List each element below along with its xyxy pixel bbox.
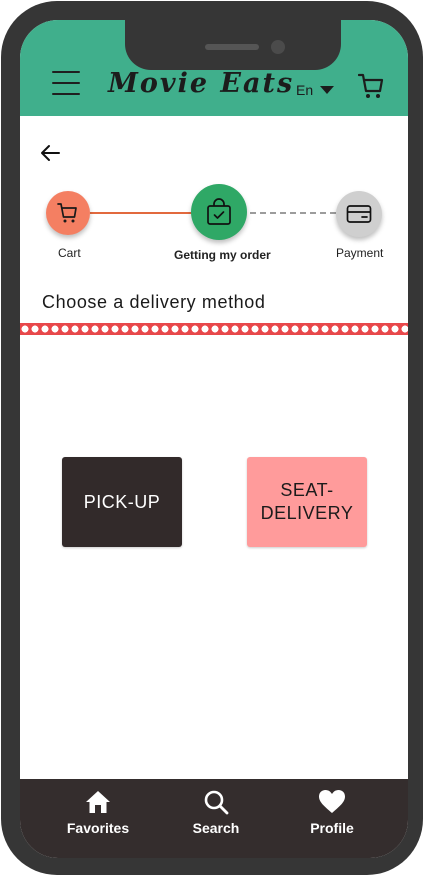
- step-cart[interactable]: [46, 191, 90, 235]
- decorative-dot-divider: [20, 323, 408, 335]
- stepper-line-pending: [250, 212, 336, 214]
- pick-up-button[interactable]: PICK-UP: [62, 457, 182, 547]
- app-screen: Movie Eats En Cart Getting my order Paym…: [20, 20, 408, 858]
- step-getting-order[interactable]: [191, 184, 247, 240]
- hamburger-menu-icon[interactable]: [52, 71, 80, 95]
- checkout-stepper: Cart Getting my order Payment: [20, 180, 408, 290]
- step-payment[interactable]: [336, 191, 382, 237]
- phone-frame: Movie Eats En Cart Getting my order Paym…: [1, 1, 423, 875]
- speaker-grille: [205, 44, 259, 50]
- shopping-bag-check-icon: [207, 198, 231, 225]
- seat-delivery-label: SEAT- DELIVERY: [260, 480, 354, 523]
- credit-card-icon: [346, 205, 372, 223]
- step-label-getting-order: Getting my order: [174, 248, 271, 262]
- nav-profile[interactable]: Profile: [282, 789, 382, 836]
- nav-label-favorites: Favorites: [66, 820, 130, 836]
- cart-icon: [57, 203, 77, 223]
- seat-delivery-button[interactable]: SEAT- DELIVERY: [247, 457, 367, 547]
- heart-icon: [319, 790, 345, 813]
- nav-label-profile: Profile: [310, 820, 354, 836]
- language-selector[interactable]: En: [296, 82, 313, 98]
- chevron-down-icon[interactable]: [320, 86, 334, 94]
- section-title: Choose a delivery method: [42, 292, 266, 312]
- home-icon: [86, 791, 110, 813]
- back-arrow-icon[interactable]: [40, 144, 60, 167]
- stepper-line-completed: [90, 212, 192, 214]
- bottom-navigation: Favorites Search Profile: [20, 779, 408, 858]
- phone-notch: [125, 20, 341, 70]
- step-label-cart: Cart: [58, 246, 81, 260]
- nav-search[interactable]: Search: [166, 789, 266, 836]
- nav-favorites[interactable]: Favorites: [48, 789, 148, 836]
- cart-icon[interactable]: [357, 72, 384, 105]
- front-camera: [271, 40, 285, 54]
- app-title: Movie Eats: [108, 68, 295, 99]
- search-icon: [204, 790, 229, 815]
- nav-label-search: Search: [192, 820, 240, 836]
- step-label-payment: Payment: [336, 246, 384, 260]
